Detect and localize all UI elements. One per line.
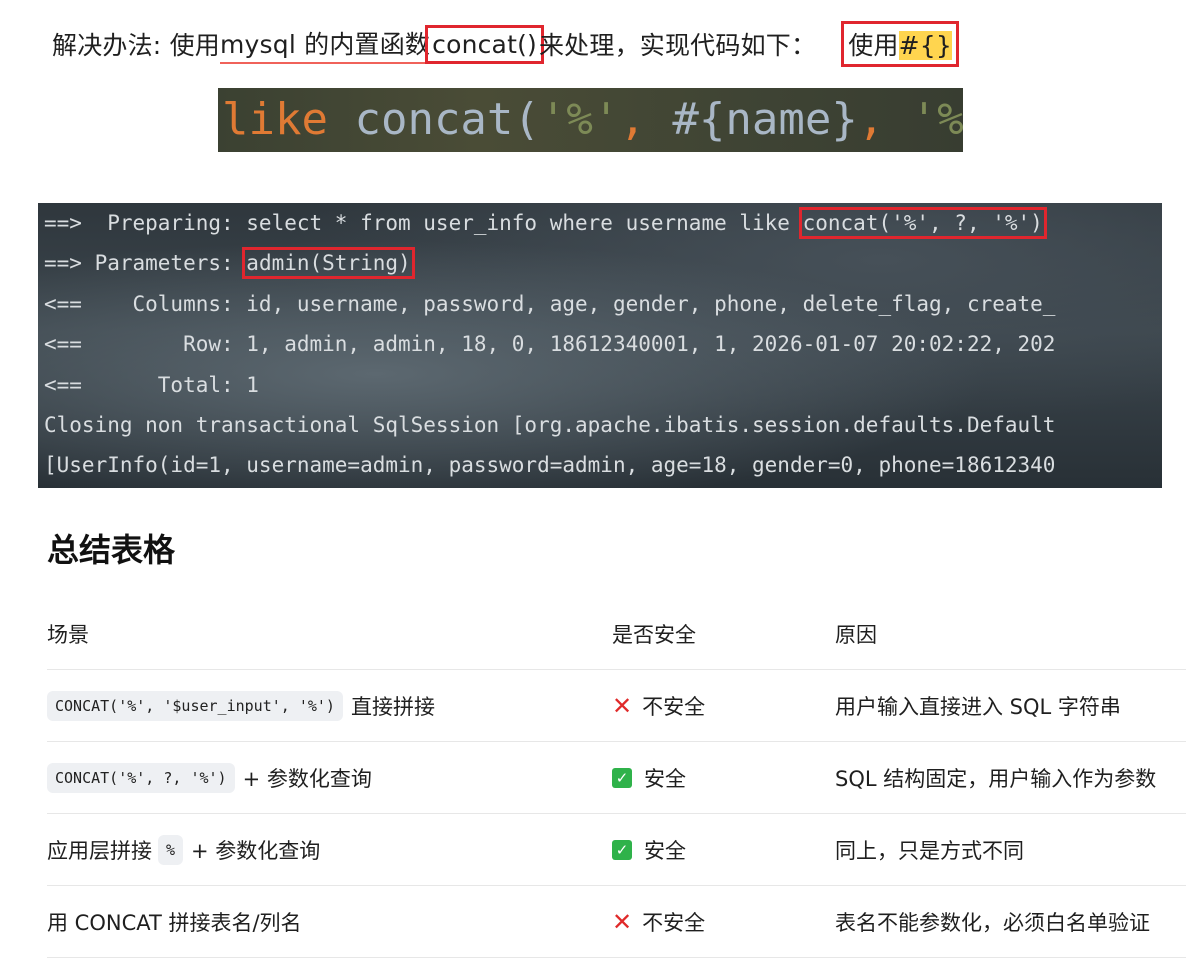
scenario-pre-text: 应用层拼接	[47, 838, 152, 863]
scenario-cell: CONCAT('%', ?, '%') + 参数化查询	[47, 742, 372, 813]
inline-code: CONCAT('%', '$user_input', '%')	[47, 690, 343, 721]
safety-status: 不安全	[642, 694, 706, 719]
use-placeholder-box: 使用#{}	[841, 21, 959, 67]
intro-part3: 来处理，实现代码如下：	[538, 31, 817, 60]
code-comma-2: ,	[857, 94, 911, 145]
console-line-total: <== Total: 1	[44, 373, 259, 397]
console-concat-box: concat('%', ?, '%')	[798, 207, 1047, 239]
console-log: ==> Preparing: select * from user_info w…	[38, 203, 1162, 488]
table-row: 应用层拼接% + 参数化查询 ✓ 安全 同上，只是方式不同	[47, 814, 1186, 886]
cross-icon: ✕	[612, 691, 633, 720]
safety-cell: ✕ 不安全	[612, 670, 705, 741]
scenario-cell: CONCAT('%', '$user_input', '%') 直接拼接	[47, 670, 435, 741]
code-arg-1: '%'	[539, 94, 620, 145]
console-line-result: [UserInfo(id=1, username=admin, password…	[44, 453, 1056, 477]
safety-status: 安全	[644, 766, 686, 791]
console-param-box: admin(String)	[242, 247, 415, 279]
table-header-row: 场景 是否安全 原因	[47, 598, 1186, 670]
safety-cell: ✕ 不安全	[612, 886, 705, 957]
code-arg-3: '%'	[910, 94, 963, 145]
code-arg-2: #{name}	[672, 94, 858, 145]
console-line-closing: Closing non transactional SqlSession [or…	[44, 413, 1056, 437]
console-line-row: <== Row: 1, admin, admin, 18, 0, 1861234…	[44, 332, 1056, 356]
reason-cell: 表名不能参数化，必须白名单验证	[835, 910, 1150, 935]
table-row: CONCAT('%', ?, '%') + 参数化查询 ✓ 安全 SQL 结构固定，…	[47, 742, 1186, 814]
console-line-preparing: ==> Preparing: select * from user_info w…	[44, 203, 1047, 243]
table-row: CONCAT('%', '$user_input', '%') 直接拼接 ✕ 不安全…	[47, 670, 1186, 742]
checkmark-icon: ✓	[612, 839, 632, 860]
code-keyword: like	[222, 94, 328, 145]
console-line-2-prefix: ==> Parameters:	[44, 251, 247, 275]
scenario-cell: 用 CONCAT 拼接表名/列名	[47, 910, 302, 935]
console-line-columns: <== Columns: id, username, password, age…	[44, 292, 1056, 316]
reason-cell: 同上，只是方式不同	[835, 838, 1024, 863]
safety-cell: ✓ 安全	[612, 742, 686, 813]
safety-cell: ✓ 安全	[612, 814, 686, 885]
header-reason: 原因	[835, 622, 877, 647]
console-line-parameters: ==> Parameters: admin(String)	[44, 243, 415, 283]
checkmark-icon: ✓	[612, 767, 632, 788]
scenario-text: + 参数化查询	[191, 838, 321, 863]
scenario-cell: 应用层拼接% + 参数化查询	[47, 814, 320, 885]
reason-cell: SQL 结构固定，用户输入作为参数	[835, 766, 1157, 791]
table-row: 用 CONCAT 拼接表名/列名 ✕ 不安全 表名不能参数化，必须白名单验证	[47, 886, 1186, 958]
placeholder-highlight: #{}	[898, 31, 952, 60]
intro-part1: 解决办法: 使用	[52, 31, 220, 60]
concat-function-highlight: concat()	[425, 24, 544, 64]
safety-status: 不安全	[642, 910, 706, 935]
cross-icon: ✕	[612, 907, 633, 936]
summary-heading: 总结表格	[47, 531, 176, 569]
intro-sentence: 解决办法: 使用 mysql 的内置函数 concat() 来处理，实现代码如下： 使…	[52, 16, 959, 72]
scenario-text: + 参数化查询	[242, 766, 372, 791]
scenario-text: 直接拼接	[350, 694, 435, 719]
code-function: concat(	[354, 94, 540, 145]
safety-status: 安全	[644, 838, 686, 863]
reason-cell: 用户输入直接进入 SQL 字符串	[835, 694, 1121, 719]
header-scenario: 场景	[47, 622, 89, 647]
intro-mysql-underlined: mysql 的内置函数	[219, 25, 431, 64]
code-comma-1: ,	[619, 94, 673, 145]
summary-table: 场景 是否安全 原因 CONCAT('%', '$user_input', '%…	[47, 598, 1186, 958]
use-label: 使用	[848, 31, 899, 60]
inline-code: CONCAT('%', ?, '%')	[47, 762, 235, 793]
console-line-1-prefix: ==> Preparing: select * from user_info w…	[44, 211, 803, 235]
code-snippet-banner: like concat('%', #{name}, '%')	[218, 88, 963, 152]
header-safety: 是否安全	[612, 622, 696, 647]
inline-code: %	[158, 834, 184, 865]
